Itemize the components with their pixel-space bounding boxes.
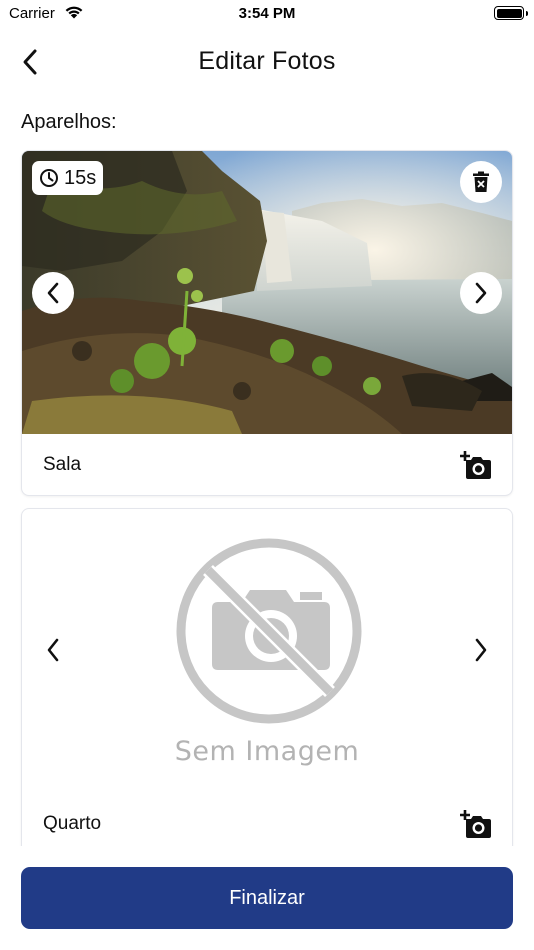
device-card-sala: 15s Sala [21, 150, 513, 496]
devices-section-label: Aparelhos: [21, 111, 117, 133]
previous-photo-button[interactable] [32, 272, 74, 314]
status-time: 3:54 PM [238, 5, 296, 22]
add-photo-button[interactable] [460, 809, 492, 839]
timer-badge: 15s [32, 161, 104, 195]
add-photo-button[interactable] [460, 450, 492, 480]
room-name: Sala [43, 454, 82, 475]
chevron-left-icon [47, 282, 59, 304]
next-photo-button[interactable] [466, 635, 496, 665]
chevron-left-icon [47, 638, 59, 662]
next-photo-button[interactable] [460, 272, 502, 314]
add-photo-icon [460, 810, 491, 838]
add-photo-icon [460, 451, 491, 479]
previous-photo-button[interactable] [38, 635, 68, 665]
card-footer: Sala [22, 434, 512, 495]
card-footer: Quarto [22, 793, 512, 846]
status-bar: Carrier 3:54 PM [0, 0, 534, 30]
device-card-quarto: Sem Imagem Quarto [21, 508, 513, 846]
devices-list[interactable]: 15s Sala Sem Imagem Quarto [0, 146, 534, 846]
delete-photo-button[interactable] [460, 161, 502, 203]
timer-value: 15s [64, 166, 97, 189]
edit-photos-screen: Carrier 3:54 PM Editar Fotos Aparelhos: [0, 0, 534, 950]
battery-icon [494, 6, 528, 20]
no-camera-icon [176, 538, 362, 724]
no-image-placeholder: Sem Imagem [22, 509, 512, 793]
chevron-right-icon [475, 282, 487, 304]
room-name: Quarto [43, 813, 102, 834]
clock-icon [40, 169, 58, 187]
no-image-label: Sem Imagem [174, 736, 360, 767]
delete-icon [473, 171, 489, 192]
page-title: Editar Fotos [198, 47, 336, 75]
chevron-right-icon [475, 638, 487, 662]
finish-button[interactable]: Finalizar [21, 867, 513, 929]
